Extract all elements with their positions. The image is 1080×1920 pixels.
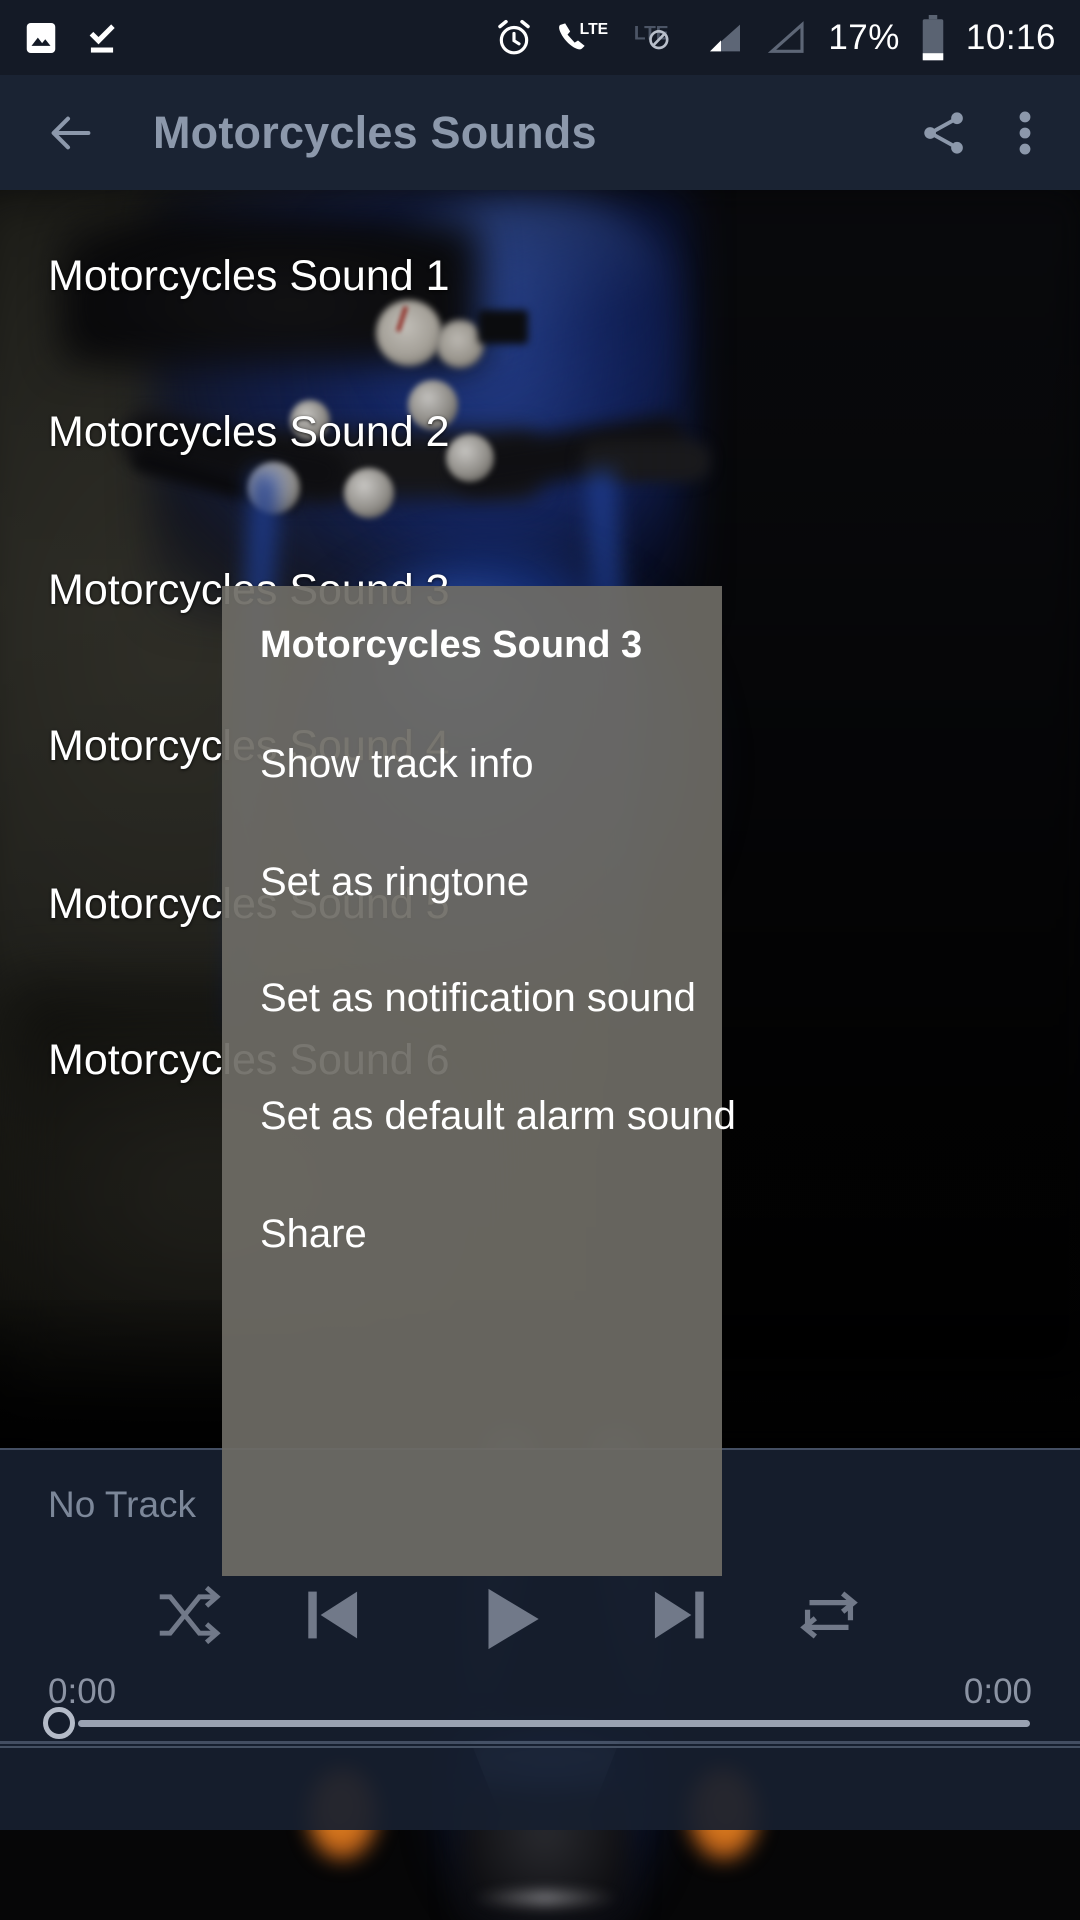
menu-item-share[interactable]: Share [260,1212,367,1257]
alarm-clock-icon [494,18,534,58]
shuffle-icon[interactable] [150,1576,228,1654]
battery-low-icon [920,14,946,61]
menu-item-set-as-ringtone[interactable]: Set as ringtone [260,860,529,905]
screenshot-image-icon [22,19,60,57]
signal-bars-sim2-empty-icon [766,18,808,58]
player-seek-area [0,1744,1080,1830]
signal-bars-sim1-icon [704,18,746,58]
previous-track-icon[interactable] [290,1576,376,1654]
seek-track[interactable] [78,1720,1030,1727]
player-controls [0,1576,1080,1654]
svg-text:LTE: LTE [580,21,608,38]
now-playing-title: No Track [48,1484,197,1525]
share-button[interactable] [918,107,970,159]
track-context-menu: Motorcycles Sound 3 Show track info Set … [222,586,736,1576]
battery-percent-label: 17% [828,17,900,57]
status-bar-system: LTE LTE 17% 10:16 [494,14,1080,61]
context-menu-title: Motorcycles Sound 3 [260,624,643,666]
play-icon[interactable] [462,1576,558,1662]
lte-disabled-icon: LTE [632,18,684,58]
next-track-icon[interactable] [636,1576,722,1654]
app-bar-actions [918,107,1080,159]
menu-item-set-as-notification-sound[interactable]: Set as notification sound [260,976,696,1021]
menu-item-set-as-default-alarm-sound[interactable]: Set as default alarm sound [260,1094,736,1139]
track-list-item[interactable]: Motorcycles Sound 1 [0,198,1080,355]
status-bar-notifications [0,19,122,57]
track-label: Motorcycles Sound 1 [48,252,450,300]
track-list-item[interactable]: Motorcycles Sound 2 [0,354,1080,511]
repeat-icon[interactable] [790,1576,868,1654]
clock-label: 10:16 [965,17,1056,57]
status-bar: LTE LTE 17% 10:16 [0,0,1080,75]
page-title: Motorcycles Sounds [153,106,597,158]
menu-item-show-track-info[interactable]: Show track info [260,742,533,787]
app-bar: Motorcycles Sounds [0,75,1080,190]
back-arrow-icon [45,107,97,159]
download-complete-check-icon [82,19,122,57]
photo-chrome-glint [470,1890,620,1906]
phone-lte-icon: LTE [554,18,612,58]
player-bottom-divider [0,1741,1080,1744]
seek-thumb[interactable] [43,1707,75,1739]
track-label: Motorcycles Sound 2 [48,408,450,456]
back-button[interactable] [0,107,97,159]
overflow-menu-button[interactable] [1016,107,1034,159]
